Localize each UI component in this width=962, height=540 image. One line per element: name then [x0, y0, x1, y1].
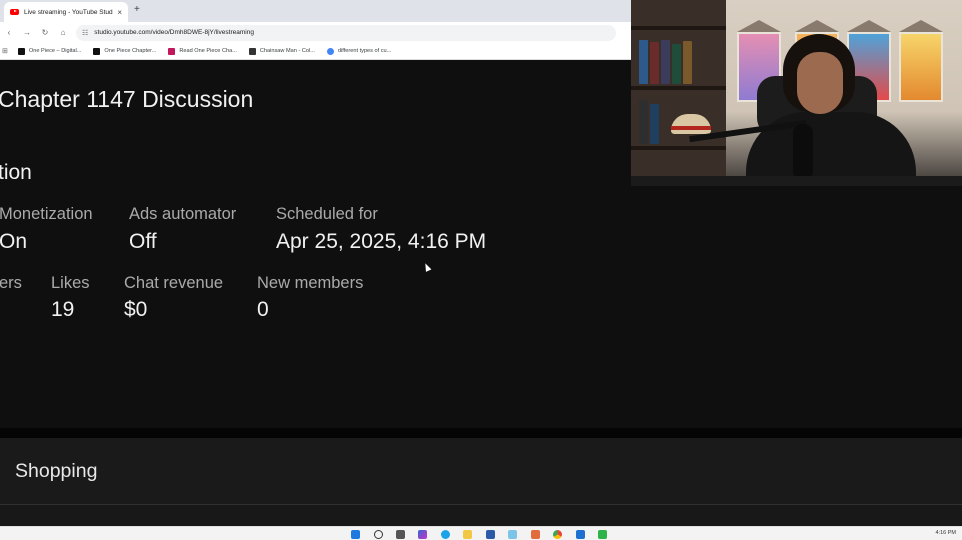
viewers-label: ers — [0, 274, 22, 292]
tab-live-streaming[interactable]: Live streaming - YouTube Studio × — [4, 2, 128, 22]
site-info-icon[interactable]: ☷ — [82, 29, 88, 37]
new-members-value: 0 — [257, 298, 269, 321]
app-icon[interactable] — [598, 530, 607, 539]
bookmark-favicon-icon — [93, 47, 101, 55]
back-icon[interactable]: ‹ — [0, 28, 18, 37]
url-text: studio.youtube.com/video/Dmh8DWE-8jY/liv… — [94, 29, 254, 36]
bookmark-item[interactable]: Chainsaw Man - Col... — [248, 47, 315, 55]
bookmark-favicon-icon — [248, 47, 256, 55]
shelf-board — [631, 146, 726, 150]
bookmark-item[interactable]: One Piece – Digital... — [17, 47, 82, 55]
app-icon[interactable] — [508, 530, 517, 539]
forward-icon[interactable]: → — [18, 28, 36, 37]
browser-tab-bar: Live streaming - YouTube Studio × + — [0, 0, 632, 22]
bookmarks-bar: ⊞ One Piece – Digital... One Piece Chapt… — [0, 43, 632, 60]
desk — [631, 176, 962, 186]
apps-grid-icon[interactable]: ⊞ — [2, 47, 8, 55]
edge-icon[interactable] — [441, 530, 450, 539]
poster — [899, 32, 943, 102]
microphone-icon — [793, 124, 813, 180]
browser-toolbar: ‹ → ↻ ⌂ ☷ studio.youtube.com/video/Dmh8D… — [0, 22, 632, 43]
poster-hanger — [899, 20, 943, 32]
book — [650, 104, 659, 144]
poster-hanger — [737, 20, 781, 32]
taskbar-clock[interactable]: 4:16 PM — [936, 530, 956, 536]
new-tab-button[interactable]: + — [134, 4, 140, 15]
scheduled-for-label: Scheduled for — [276, 205, 378, 223]
poster-hanger — [795, 20, 839, 32]
monetization-label: Monetization — [0, 205, 93, 223]
book — [661, 40, 670, 84]
task-view-icon[interactable] — [396, 530, 405, 539]
bookshelf — [631, 0, 726, 186]
taskbar: 4:16 PM — [0, 526, 962, 540]
address-bar[interactable]: ☷ studio.youtube.com/video/Dmh8DWE-8jY/l… — [76, 24, 616, 41]
straw-hat — [671, 114, 711, 134]
chat-revenue-value: $0 — [124, 298, 148, 321]
section-title: tion — [0, 161, 32, 184]
book — [639, 40, 648, 84]
page-title: Chapter 1147 Discussion — [0, 86, 254, 112]
new-members-label: New members — [257, 274, 364, 292]
google-icon — [326, 47, 334, 55]
store-icon[interactable] — [486, 530, 495, 539]
chrome-icon[interactable] — [553, 530, 562, 539]
bookmark-item[interactable]: different types of cu... — [326, 47, 392, 55]
book — [650, 42, 659, 84]
app-icon[interactable] — [531, 530, 540, 539]
likes-value: 19 — [51, 298, 75, 321]
section-divider — [0, 428, 962, 438]
likes-label: Likes — [51, 274, 90, 292]
book — [639, 100, 648, 144]
shelf-board — [631, 86, 726, 90]
app-icon[interactable] — [576, 530, 585, 539]
scheduled-for-value: Apr 25, 2025, 4:16 PM — [276, 230, 487, 253]
file-explorer-icon[interactable] — [463, 530, 472, 539]
poster-hanger — [847, 20, 891, 32]
bookmark-favicon-icon — [17, 47, 25, 55]
book — [683, 41, 692, 84]
bookmark-favicon-icon — [168, 47, 176, 55]
bookmark-label: One Piece – Digital... — [28, 48, 82, 54]
hat-band — [671, 126, 711, 130]
monetization-value: On — [0, 230, 28, 253]
webcam-overlay — [631, 0, 962, 186]
bookmark-label: different types of cu... — [337, 48, 392, 54]
ads-automator-label: Ads automator — [129, 205, 237, 223]
mouse-cursor-icon — [422, 262, 432, 272]
bookmark-label: Chainsaw Man - Col... — [259, 48, 315, 54]
bookmark-label: Read One Piece Cha... — [179, 48, 237, 54]
shopping-panel[interactable]: Shopping — [0, 438, 962, 504]
bookmark-label: One Piece Chapter... — [104, 48, 157, 54]
copilot-icon[interactable] — [418, 530, 427, 539]
start-icon[interactable] — [351, 530, 360, 539]
bookmark-item[interactable]: Read One Piece Cha... — [168, 47, 237, 55]
reload-icon[interactable]: ↻ — [36, 28, 54, 37]
search-icon[interactable] — [374, 530, 383, 539]
home-icon[interactable]: ⌂ — [54, 28, 72, 37]
ads-automator-value: Off — [129, 230, 157, 253]
next-panel — [0, 505, 962, 526]
youtube-icon — [10, 9, 19, 15]
bookmark-item[interactable]: One Piece Chapter... — [93, 47, 157, 55]
book — [672, 44, 681, 84]
shelf-board — [631, 26, 726, 30]
streamer-face — [797, 52, 843, 114]
tab-title: Live streaming - YouTube Studio — [24, 8, 114, 16]
chat-revenue-label: Chat revenue — [124, 274, 224, 292]
shopping-title: Shopping — [15, 460, 98, 482]
close-icon[interactable]: × — [117, 8, 122, 17]
streamer-body — [746, 112, 916, 186]
